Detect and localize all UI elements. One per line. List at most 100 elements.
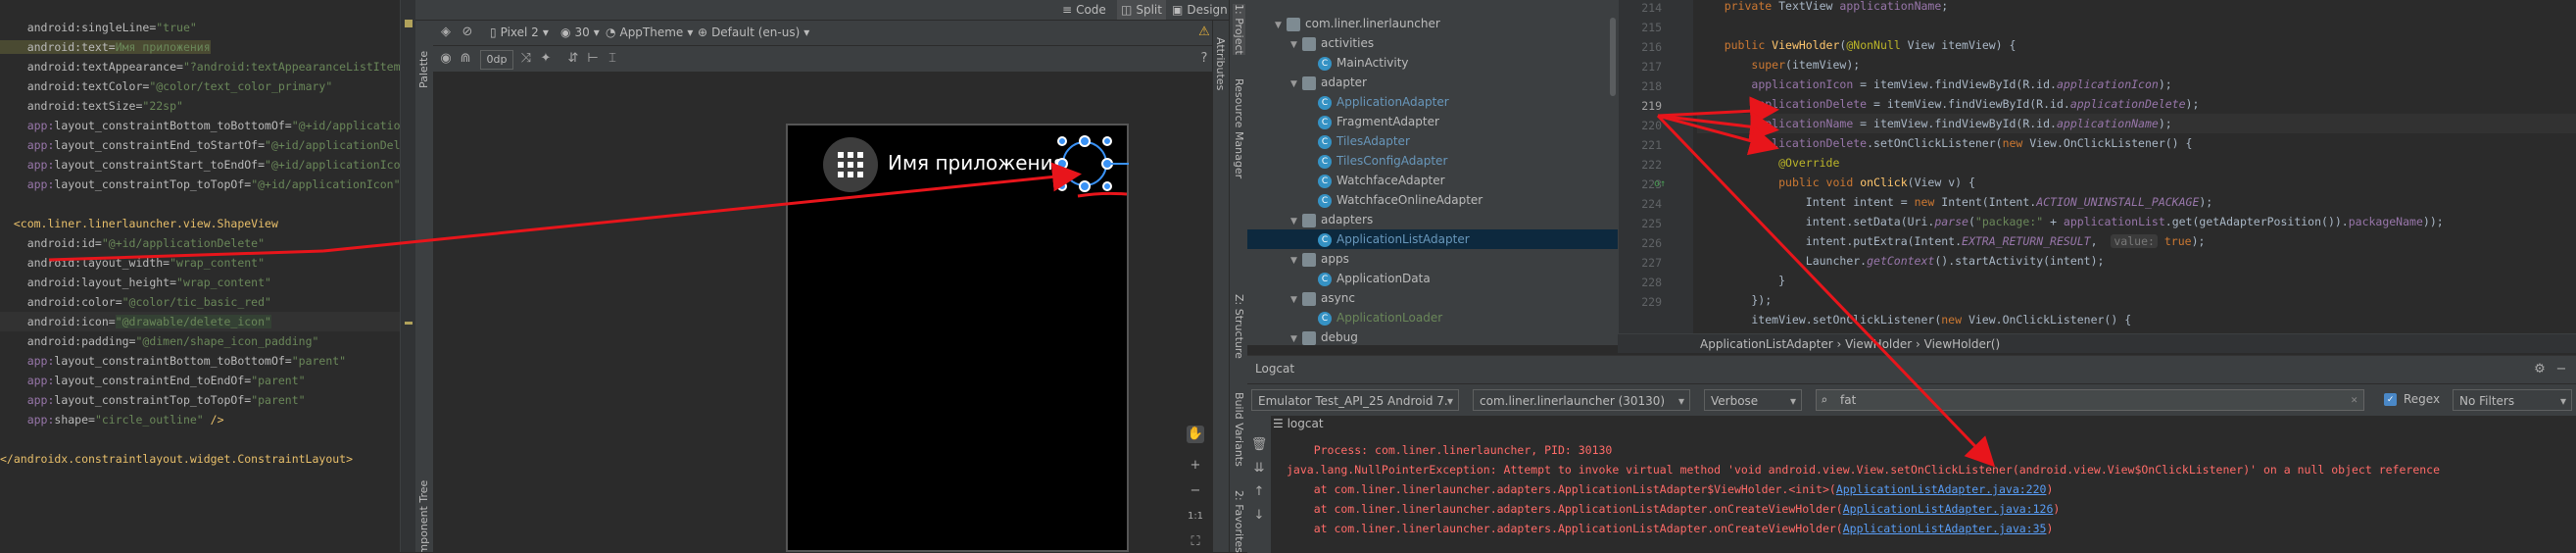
breadcrumb-item[interactable]: ViewHolder()	[1924, 337, 2000, 351]
infer-constraints-icon[interactable]: ✦	[537, 50, 555, 68]
resize-handle[interactable]	[1102, 181, 1112, 191]
eye-icon[interactable]: ◉	[437, 50, 455, 68]
build-variants-tab[interactable]: Build Variants	[1233, 392, 1245, 467]
device-dropdown[interactable]: Emulator Test_API_25 Android 7.	[1251, 389, 1459, 411]
log-level-dropdown[interactable]: Verbose	[1704, 389, 1802, 411]
tree-row[interactable]: ▼ apps	[1247, 249, 1618, 269]
baseline-icon[interactable]: ⌶	[604, 50, 621, 68]
xml-editor[interactable]: android:singleLine="true" android:text=И…	[0, 0, 400, 552]
scroll-end-icon[interactable]: ⇊	[1250, 460, 1268, 478]
code-mode-button[interactable]: ≡ Code	[1062, 0, 1106, 25]
chevron-down-icon[interactable]: ▼	[1290, 329, 1302, 345]
class-icon: C	[1318, 272, 1332, 286]
help-icon[interactable]: ?	[1195, 50, 1213, 68]
clear-search-icon[interactable]: ✕	[2351, 390, 2357, 410]
log-search-input[interactable]: ⌕ fat ✕	[1816, 389, 2364, 411]
class-icon: C	[1318, 311, 1332, 326]
structure-tab[interactable]: Z: Structure	[1233, 294, 1245, 359]
constraint-anchor[interactable]	[1079, 135, 1091, 147]
magnet-icon[interactable]: ⋒	[457, 50, 474, 68]
resize-handle[interactable]	[1057, 181, 1067, 191]
minimize-icon[interactable]: −	[2552, 361, 2570, 378]
app-name-label[interactable]: Имя приложения	[888, 151, 1065, 175]
process-dropdown[interactable]: com.liner.linerlauncher (30130)	[1473, 389, 1690, 411]
warning-marker[interactable]	[405, 20, 413, 27]
chevron-down-icon[interactable]: ▼	[1290, 251, 1302, 271]
trash-icon[interactable]: 🗑	[1250, 436, 1268, 454]
tree-row[interactable]: C FragmentAdapter	[1247, 112, 1618, 131]
tree-row[interactable]: C ApplicationLoader	[1247, 308, 1618, 327]
tree-row[interactable]: ▼ async	[1247, 288, 1618, 308]
pan-hand-icon[interactable]: ✋	[1187, 426, 1204, 443]
resource-manager-tab[interactable]: Resource Manager	[1233, 78, 1245, 178]
logcat-output[interactable]: Process: com.liner.linerlauncher, PID: 3…	[1287, 436, 2576, 553]
stack-link[interactable]: ApplicationListAdapter.java:126	[1843, 502, 2054, 516]
tree-row[interactable]: ▼ activities	[1247, 33, 1618, 53]
tree-row[interactable]: ▼ com.liner.linerlauncher	[1247, 14, 1618, 33]
regex-checkbox[interactable]: ✓	[2384, 393, 2397, 406]
split-mode-button[interactable]: ◫ Split	[1117, 0, 1166, 20]
delete-shape-view[interactable]	[1056, 135, 1129, 192]
tree-row[interactable]: C WatchfaceAdapter	[1247, 171, 1618, 190]
tree-row[interactable]: C WatchfaceOnlineAdapter	[1247, 190, 1618, 210]
clear-constraints-icon[interactable]: ⤨	[517, 50, 535, 68]
tree-scrollbar[interactable]	[1610, 18, 1616, 96]
tree-row[interactable]: ▼ debug	[1247, 327, 1618, 345]
default-margin-field[interactable]: 0dp	[480, 50, 513, 70]
breadcrumb-item[interactable]: ApplicationListAdapter	[1700, 337, 1833, 351]
stack-link[interactable]: ApplicationListAdapter.java:220	[1836, 482, 2047, 496]
palette-tab[interactable]: Palette	[417, 51, 430, 88]
zoom-in-icon[interactable]: +	[1187, 457, 1204, 475]
chevron-down-icon[interactable]: ▼	[1290, 212, 1302, 231]
gear-icon[interactable]: ⚙	[2531, 361, 2549, 378]
theme-dropdown[interactable]: ◔ AppTheme ▾	[606, 17, 693, 48]
locale-dropdown[interactable]: ⊕ Default (en-us) ▾	[698, 17, 809, 48]
chevron-down-icon[interactable]: ▼	[1275, 16, 1287, 35]
resize-handle[interactable]	[1102, 136, 1112, 146]
device-preview[interactable]: Имя приложения	[786, 124, 1129, 552]
down-arrow-icon[interactable]: ↓	[1250, 507, 1268, 525]
xml-scroll-gutter[interactable]	[400, 0, 416, 552]
filter-dropdown[interactable]: No Filters	[2453, 389, 2572, 411]
guidelines-icon[interactable]: ⇵	[564, 50, 582, 68]
tree-row[interactable]: C MainActivity	[1247, 53, 1618, 73]
stack-link[interactable]: ApplicationListAdapter.java:35	[1843, 522, 2047, 535]
tree-row[interactable]: ▼ adapter	[1247, 73, 1618, 92]
app-icon[interactable]	[823, 137, 878, 192]
zoom-ratio[interactable]: 1:1	[1187, 508, 1204, 526]
blueprint-icon[interactable]: ⊘	[459, 24, 476, 41]
align-icon[interactable]: ⊢	[584, 50, 602, 68]
tree-row[interactable]: ▼ adapters	[1247, 210, 1618, 229]
zoom-out-icon[interactable]: −	[1187, 482, 1204, 500]
api-dropdown[interactable]: ◉ 30 ▾	[560, 17, 600, 48]
favorites-tab[interactable]: 2: Favorites	[1233, 490, 1245, 553]
tree-row-label: FragmentAdapter	[1337, 115, 1439, 128]
logcat-tab[interactable]: ☰ logcat	[1273, 417, 1324, 430]
tree-row[interactable]: C ApplicationData	[1247, 269, 1618, 288]
override-gutter-icon[interactable]: o↑	[1654, 178, 1666, 189]
chevron-down-icon[interactable]: ▼	[1290, 290, 1302, 310]
attributes-tab[interactable]: Attributes	[1214, 37, 1227, 90]
resize-handle[interactable]	[1057, 136, 1067, 146]
class-icon: C	[1318, 232, 1332, 247]
up-arrow-icon[interactable]: ↑	[1250, 483, 1268, 501]
tree-row[interactable]: C ApplicationListAdapter	[1247, 229, 1618, 249]
tree-row[interactable]: C ApplicationAdapter	[1247, 92, 1618, 112]
device-dropdown[interactable]: ▯ Pixel 2 ▾	[490, 17, 549, 48]
java-editor[interactable]: 214 215 216 217 218 219 220 221 222 223 224 225 226 2…	[1618, 0, 2576, 333]
layers-icon[interactable]: ◈	[437, 24, 455, 41]
chevron-down-icon[interactable]: ▼	[1290, 35, 1302, 55]
constraint-anchor[interactable]	[1056, 158, 1068, 170]
constraint-anchor[interactable]	[1079, 180, 1091, 192]
tree-row[interactable]: C TilesAdapter	[1247, 131, 1618, 151]
chevron-down-icon[interactable]: ▼	[1290, 75, 1302, 94]
project-tab[interactable]: 1: Project	[1233, 4, 1245, 55]
breadcrumb-item[interactable]: ViewHolder	[1845, 337, 1912, 351]
fit-screen-icon[interactable]: ⛶	[1187, 533, 1204, 551]
design-mode-button[interactable]: ▣ Design	[1172, 0, 1228, 25]
warning-icon[interactable]: ⚠	[1195, 24, 1213, 41]
project-tree[interactable]: ▼ com.liner.linerlauncher ▼ activities C Main…	[1247, 0, 1618, 345]
tree-row[interactable]: C TilesConfigAdapter	[1247, 151, 1618, 171]
design-canvas[interactable]: Имя приложения ✋ + − 1:1 ⛶	[433, 73, 1213, 552]
component-tree-tab[interactable]: Component Tree	[417, 480, 430, 552]
